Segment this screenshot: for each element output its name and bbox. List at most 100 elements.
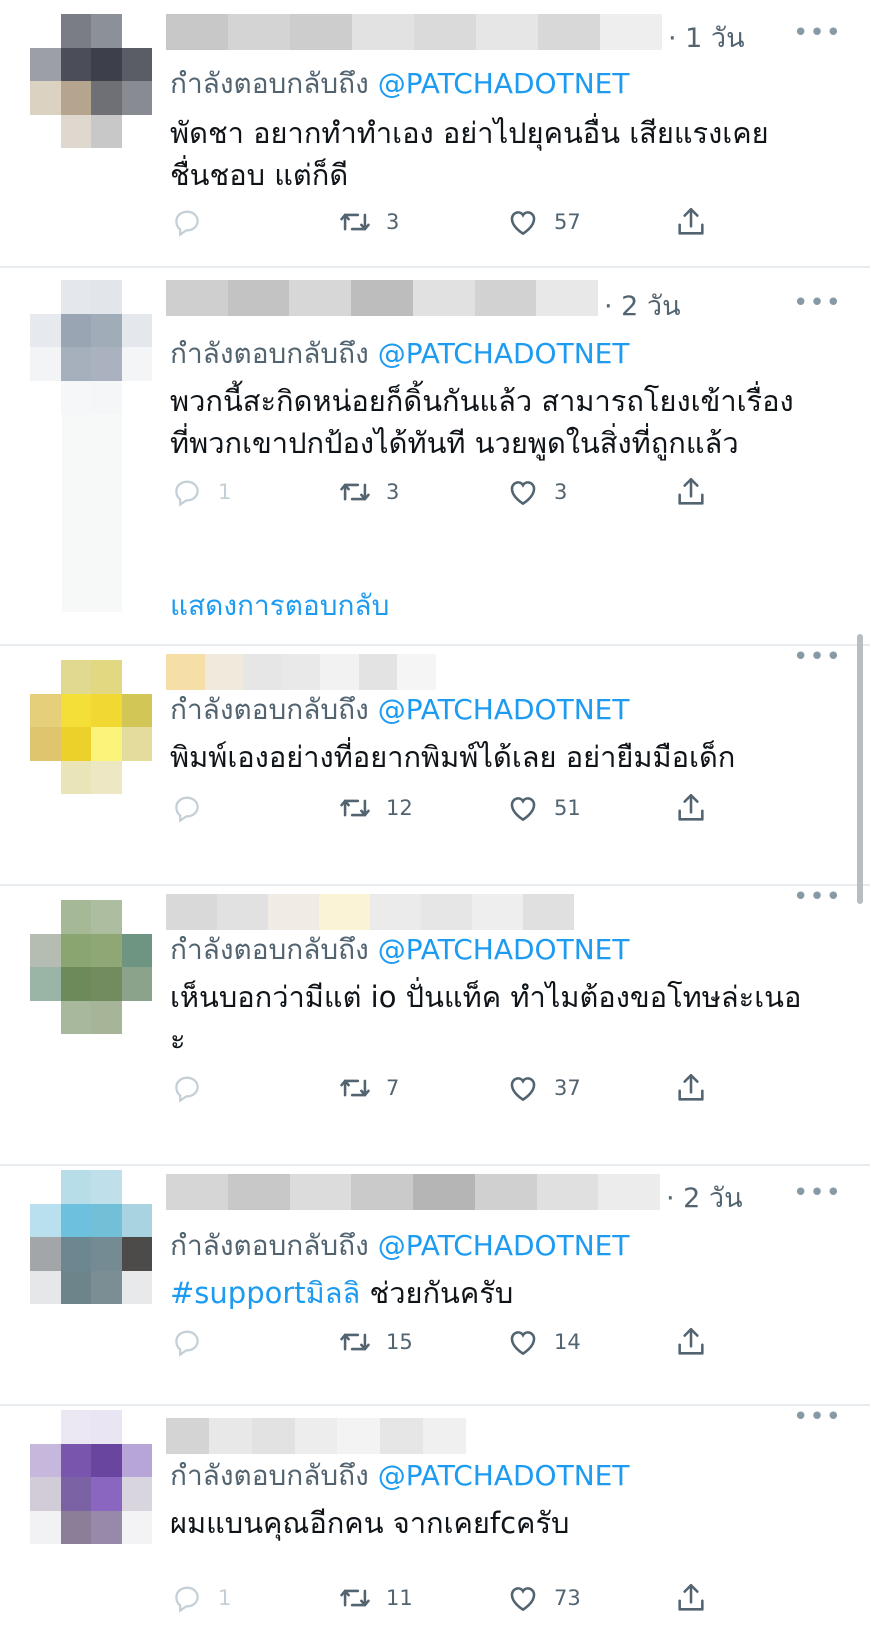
display-name-blurred[interactable]: [166, 14, 662, 50]
avatar[interactable]: [30, 1170, 152, 1304]
more-dots-icon[interactable]: •••: [793, 642, 842, 672]
tweet-text: เห็นบอกว่ามีแต่ io ปั่นแท็ค ทำไมต้องขอโท…: [170, 976, 830, 1060]
reply-button[interactable]: [170, 1068, 218, 1108]
retweet-button[interactable]: 3: [338, 472, 399, 512]
tweet-text: พัดชา อยากทำทำเอง อย่าไปยุคนอื่น เสียแรง…: [170, 112, 830, 196]
replying-prefix: กำลังตอบกลับถึง: [170, 933, 369, 966]
more-dots-icon[interactable]: •••: [793, 882, 842, 912]
retweet-button[interactable]: 7: [338, 1068, 399, 1108]
hashtag-link[interactable]: #supportมิลลิ: [170, 1276, 360, 1310]
reply-bubble-icon: [175, 1330, 199, 1357]
reply-tweet[interactable]: · 1 วัน ••• กำลังตอบกลับถึง @PATCHADOTNE…: [0, 0, 870, 268]
avatar[interactable]: [30, 280, 152, 414]
heart-icon: [510, 1587, 536, 1612]
share-icon: [678, 793, 704, 821]
scrollbar[interactable]: [857, 634, 863, 904]
share-button[interactable]: [674, 1068, 708, 1108]
replying-prefix: กำลังตอบกลับถึง: [170, 67, 369, 100]
display-name-blurred[interactable]: [166, 894, 574, 930]
share-icon: [678, 477, 704, 505]
retweet-icon: [340, 1589, 370, 1607]
like-count: 51: [554, 796, 581, 820]
heart-icon: [510, 1331, 536, 1356]
reply-bubble-icon: [175, 1076, 199, 1103]
retweet-button[interactable]: 3: [338, 202, 399, 242]
share-button[interactable]: [674, 472, 708, 512]
retweet-icon: [340, 213, 370, 231]
retweet-icon: [340, 483, 370, 501]
reply-tweet[interactable]: ••• กำลังตอบกลับถึง @PATCHADOTNET ผมแบนค…: [0, 1402, 870, 1635]
avatar[interactable]: [30, 660, 152, 794]
avatar[interactable]: [30, 14, 152, 148]
retweet-count: 3: [386, 210, 400, 234]
share-button[interactable]: [674, 1578, 708, 1618]
like-button[interactable]: 51: [506, 788, 581, 828]
tweet-text-line: พวกนี้สะกิดหน่อยก็ดิ้นกันแล้ว สามารถโยงเ…: [170, 384, 794, 418]
like-button[interactable]: 3: [506, 472, 567, 512]
tweet-text: พิมพ์เองอย่างที่อยากพิมพ์ได้เลย อย่ายืมม…: [170, 736, 830, 778]
heart-icon: [510, 481, 536, 506]
more-dots-icon[interactable]: •••: [793, 1402, 842, 1432]
action-bar: 3 57: [170, 202, 730, 242]
heart-icon: [510, 797, 536, 822]
tweet-text-line: พัดชา อยากทำทำเอง อย่าไปยุคนอื่น เสียแรง…: [170, 116, 769, 150]
display-name-blurred[interactable]: [166, 654, 437, 690]
retweet-button[interactable]: 15: [338, 1322, 413, 1362]
display-name-blurred[interactable]: [166, 1174, 660, 1210]
reply-tweet[interactable]: · 2 วัน ••• กำลังตอบกลับถึง @PATCHADOTNE…: [0, 268, 870, 620]
reply-bubble-icon: [175, 1586, 199, 1613]
retweet-icon: [340, 799, 370, 817]
replying-to: กำลังตอบกลับถึง @PATCHADOTNET: [170, 1454, 629, 1498]
mention-link[interactable]: @PATCHADOTNET: [378, 933, 630, 966]
retweet-icon: [340, 1079, 370, 1097]
retweet-button[interactable]: 11: [338, 1578, 413, 1618]
reply-button[interactable]: 1: [170, 472, 231, 512]
display-name-blurred[interactable]: [166, 280, 599, 316]
more-dots-icon[interactable]: •••: [793, 18, 842, 48]
tweet-text: #supportมิลลิ ช่วยกันครับ: [170, 1272, 830, 1314]
tweet-text-line: ะ: [170, 1022, 186, 1056]
mention-link[interactable]: @PATCHADOTNET: [378, 693, 630, 726]
like-button[interactable]: 73: [506, 1578, 581, 1618]
like-button[interactable]: 57: [506, 202, 581, 242]
reply-tweet[interactable]: ••• กำลังตอบกลับถึง @PATCHADOTNET เห็นบอ…: [0, 882, 870, 1166]
more-dots-icon[interactable]: •••: [793, 1178, 842, 1208]
reply-button[interactable]: [170, 788, 218, 828]
mention-link[interactable]: @PATCHADOTNET: [378, 1459, 630, 1492]
mention-link[interactable]: @PATCHADOTNET: [378, 67, 630, 100]
share-button[interactable]: [674, 1322, 708, 1362]
timestamp[interactable]: · 1 วัน: [668, 16, 745, 59]
retweet-button[interactable]: 12: [338, 788, 413, 828]
reply-button[interactable]: [170, 202, 218, 242]
retweet-count: 15: [386, 1330, 413, 1354]
display-name-blurred[interactable]: [166, 1418, 467, 1454]
reply-button[interactable]: [170, 1322, 218, 1362]
tweet-text-line: #supportมิลลิ ช่วยกันครับ: [170, 1272, 830, 1314]
share-icon: [678, 1073, 704, 1101]
action-bar: 1 11 73: [170, 1578, 730, 1618]
timestamp[interactable]: · 2 วัน: [604, 284, 681, 327]
like-count: 37: [554, 1076, 581, 1100]
reply-bubble-icon: [175, 210, 199, 237]
share-icon: [678, 207, 704, 235]
reply-tweet[interactable]: · 2 วัน ••• กำลังตอบกลับถึง @PATCHADOTNE…: [0, 1166, 870, 1406]
replying-prefix: กำลังตอบกลับถึง: [170, 1229, 369, 1262]
like-button[interactable]: 14: [506, 1322, 581, 1362]
share-button[interactable]: [674, 202, 708, 242]
reply-count: 1: [218, 1586, 232, 1610]
reply-button[interactable]: 1: [170, 1578, 231, 1618]
retweet-count: 7: [386, 1076, 400, 1100]
mention-link[interactable]: @PATCHADOTNET: [378, 1229, 630, 1262]
more-dots-icon[interactable]: •••: [793, 288, 842, 318]
avatar[interactable]: [30, 900, 152, 1034]
like-button[interactable]: 37: [506, 1068, 581, 1108]
replying-prefix: กำลังตอบกลับถึง: [170, 1459, 369, 1492]
action-bar: 1 3 3: [170, 472, 730, 512]
share-button[interactable]: [674, 788, 708, 828]
mention-link[interactable]: @PATCHADOTNET: [378, 337, 630, 370]
timestamp[interactable]: · 2 วัน: [666, 1176, 743, 1219]
avatar[interactable]: [30, 1410, 152, 1544]
show-replies-link[interactable]: แสดงการตอบกลับ: [170, 584, 389, 628]
tweet-text-line: ผมแบนคุณอีกคน จากเคยfcครับ: [170, 1506, 570, 1540]
reply-tweet[interactable]: ••• กำลังตอบกลับถึง @PATCHADOTNET พิมพ์เ…: [0, 642, 870, 884]
